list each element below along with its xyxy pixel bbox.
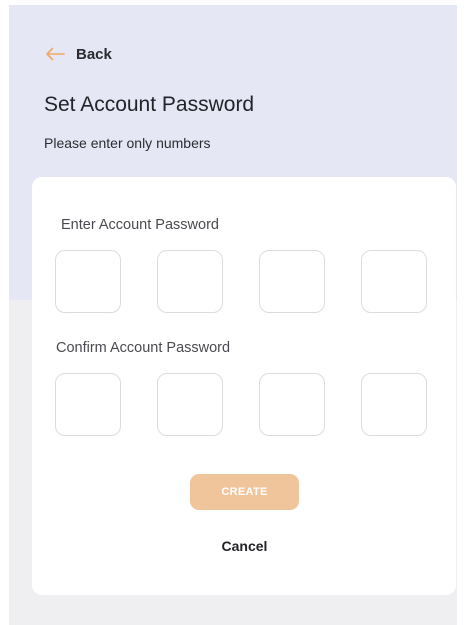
create-button[interactable]: CREATE [190,474,299,510]
confirm-password-digit-2[interactable] [157,373,223,436]
confirm-password-label: Confirm Account Password [56,340,231,356]
page-subtitle: Please enter only numbers [44,135,211,151]
enter-password-digit-1[interactable] [55,250,121,313]
confirm-password-digit-3[interactable] [259,373,325,436]
arrow-left-icon [45,47,65,61]
cancel-button[interactable]: Cancel [190,538,299,554]
confirm-password-digit-4[interactable] [361,373,427,436]
enter-password-digit-2[interactable] [157,250,223,313]
enter-password-pin-row [55,250,427,313]
back-button[interactable]: Back [45,43,112,65]
enter-password-label: Enter Account Password [61,217,219,233]
enter-password-digit-4[interactable] [361,250,427,313]
page-title: Set Account Password [44,93,255,116]
password-card: Enter Account Password Confirm Account P… [32,177,456,595]
back-label: Back [76,45,112,63]
confirm-password-digit-1[interactable] [55,373,121,436]
screen: Back Set Account Password Please enter o… [9,5,457,625]
enter-password-digit-3[interactable] [259,250,325,313]
confirm-password-pin-row [55,373,427,436]
